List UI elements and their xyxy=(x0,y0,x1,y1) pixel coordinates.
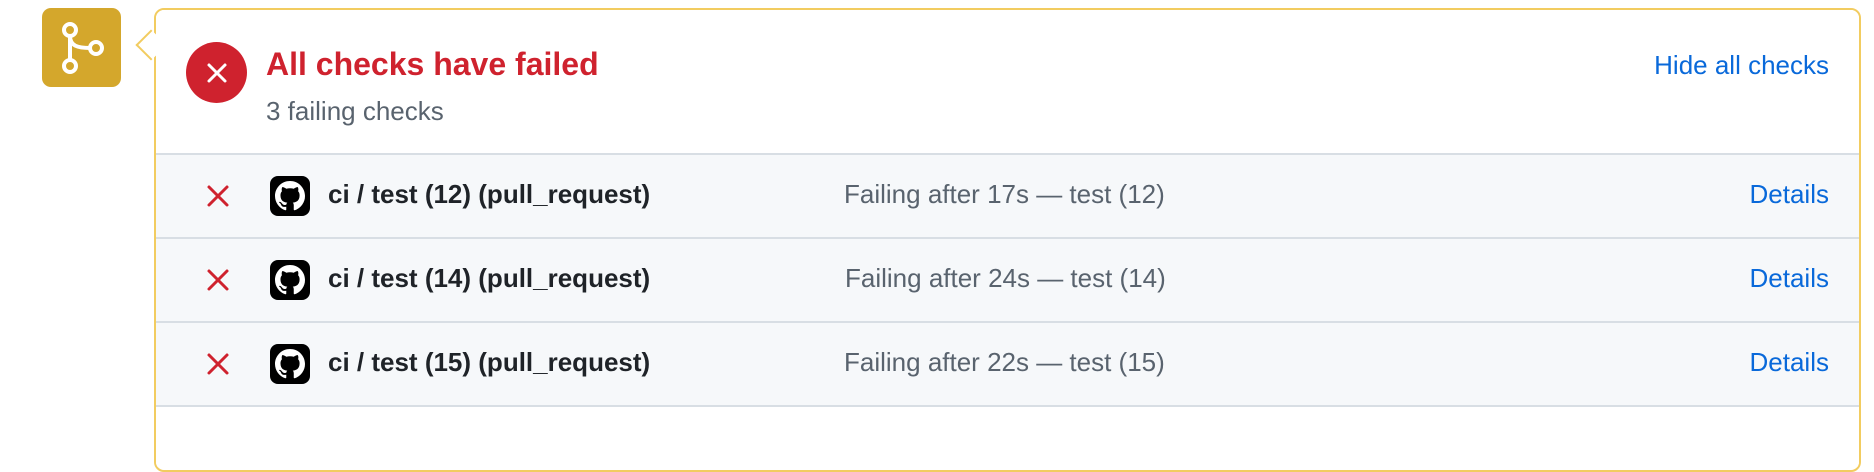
check-row: ci / test (14) (pull_request) Failing af… xyxy=(156,239,1859,323)
check-name: ci / test (12) (pull_request) xyxy=(328,179,651,209)
check-row: ci / test (12) (pull_request) Failing af… xyxy=(156,155,1859,239)
x-circle-icon xyxy=(186,42,247,103)
checks-summary-header: All checks have failed 3 failing checks … xyxy=(156,10,1859,155)
details-link[interactable]: Details xyxy=(1750,263,1829,294)
x-icon xyxy=(207,269,229,291)
checks-panel: All checks have failed 3 failing checks … xyxy=(154,8,1861,472)
github-actions-icon xyxy=(270,176,310,216)
check-row: ci / test (15) (pull_request) Failing af… xyxy=(156,323,1859,407)
x-icon xyxy=(207,185,229,207)
details-link[interactable]: Details xyxy=(1750,179,1829,210)
failing-count: 3 failing checks xyxy=(266,96,444,126)
checks-title: All checks have failed xyxy=(266,46,599,82)
checks-panel-footer xyxy=(156,407,1859,467)
check-status: Failing after 17s — test (12) xyxy=(844,179,1165,209)
git-branch-icon xyxy=(61,21,104,74)
check-status: Failing after 24s — test (14) xyxy=(845,263,1166,293)
x-icon xyxy=(207,353,229,375)
merge-status-badge xyxy=(42,8,121,87)
check-status: Failing after 22s — test (15) xyxy=(844,347,1165,377)
github-actions-icon xyxy=(270,260,310,300)
hide-all-checks-link[interactable]: Hide all checks xyxy=(1654,50,1829,81)
check-name: ci / test (14) (pull_request) xyxy=(328,263,651,293)
github-actions-icon xyxy=(270,344,310,384)
check-name: ci / test (15) (pull_request) xyxy=(328,347,651,377)
details-link[interactable]: Details xyxy=(1750,347,1829,378)
